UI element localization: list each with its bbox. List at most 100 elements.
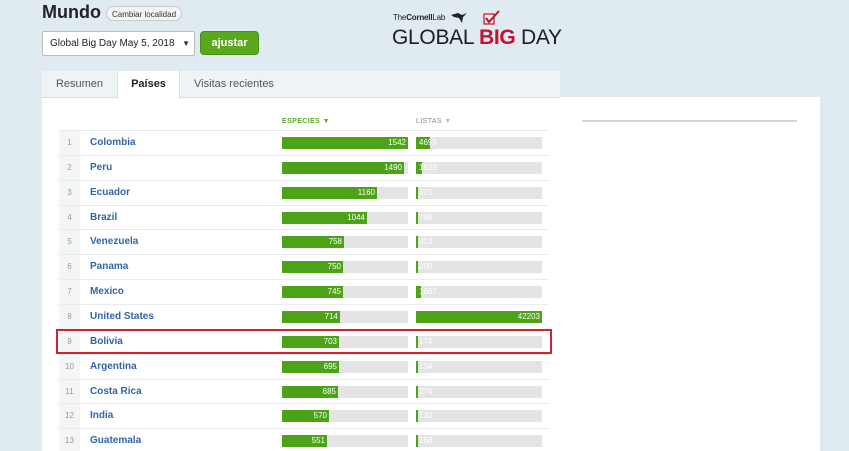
country-link[interactable]: Venezuela	[90, 230, 138, 254]
species-bar-track: 685	[282, 385, 408, 398]
lists-count: 313	[419, 237, 433, 247]
change-location-button[interactable]: Cambiar localidad	[106, 6, 183, 21]
lists-bar-track: 374	[416, 385, 542, 398]
lists-bar	[416, 360, 418, 373]
checkmark-box-icon	[483, 10, 500, 25]
tab-paises[interactable]: Países	[117, 71, 180, 99]
lists-bar	[416, 410, 418, 423]
country-link[interactable]: Argentina	[90, 355, 137, 379]
lists-bar-track: 4699	[416, 137, 542, 149]
species-bar-track: 570	[282, 410, 408, 423]
country-link[interactable]: India	[90, 404, 113, 428]
species-bar-track: 750	[282, 261, 408, 274]
side-panel	[560, 97, 820, 451]
table-row: 2 Peru 1490 1929	[59, 154, 549, 180]
lists-count: 1667	[419, 287, 437, 297]
table-row: 10 Argentina 695 134	[59, 353, 549, 379]
row-rank: 8	[59, 304, 80, 329]
lists-bar-track: 796	[416, 211, 542, 224]
table-row: 3 Ecuador 1160 415	[59, 179, 549, 205]
chevron-down-icon: ▼	[182, 39, 190, 48]
event-select[interactable]: Global Big Day May 5, 2018 ▼	[42, 31, 195, 56]
country-link[interactable]: Guatemala	[90, 429, 141, 451]
species-bar-track: 1542	[282, 137, 408, 149]
lists-count: 374	[419, 386, 433, 396]
lists-bar-track: 134	[416, 360, 542, 373]
lists-count: 290	[419, 262, 433, 272]
table-row: 6 Panama 750 290	[59, 254, 549, 280]
row-rank: 13	[59, 429, 80, 451]
species-bar-track: 758	[282, 236, 408, 249]
species-count: 758	[328, 237, 342, 247]
lists-count: 168	[419, 436, 433, 446]
table-row: 12 India 570 132	[59, 403, 549, 429]
lists-bar-track: 168	[416, 435, 542, 448]
country-link[interactable]: Brazil	[90, 206, 117, 230]
lists-count: 134	[419, 361, 433, 371]
lists-bar-track: 313	[416, 236, 542, 249]
country-link[interactable]: Colombia	[90, 131, 136, 155]
lists-column-header[interactable]: LISTAS ▼	[416, 118, 452, 125]
country-link[interactable]: Costa Rica	[90, 380, 142, 404]
row-rank: 1	[59, 131, 80, 155]
species-count: 1542	[388, 138, 406, 147]
event-select-value: Global Big Day May 5, 2018	[50, 38, 175, 49]
species-bar-track: 1490	[282, 161, 408, 174]
species-bar-track: 695	[282, 360, 408, 373]
country-link[interactable]: Mexico	[90, 280, 124, 304]
species-count: 714	[324, 311, 338, 321]
cornell-lab-logo: TheCornellLab	[393, 13, 446, 22]
ajustar-button[interactable]: ajustar	[200, 31, 259, 55]
lists-bar	[416, 261, 418, 274]
species-count: 1044	[347, 212, 365, 222]
lists-bar-track: 1929	[416, 161, 542, 174]
country-link[interactable]: Peru	[90, 156, 112, 180]
lists-count: 415	[419, 187, 433, 197]
lists-count: 42203	[517, 311, 540, 321]
tab-resumen[interactable]: Resumen	[42, 71, 117, 98]
row-rank: 7	[59, 280, 80, 305]
species-bar-track: 551	[282, 435, 408, 448]
species-count: 750	[327, 262, 341, 272]
tab-visitas-recientes[interactable]: Visitas recientes	[180, 71, 288, 98]
species-count: 1160	[357, 187, 375, 197]
global-big-day-logo: TheCornellLab GLOBAL BIG DAY	[392, 10, 562, 52]
lists-bar-track: 132	[416, 410, 542, 423]
row-rank: 3	[59, 180, 80, 205]
lists-bar-track: 415	[416, 186, 542, 199]
lists-count: 4699	[419, 138, 437, 147]
sort-icon: ▼	[444, 118, 452, 125]
species-column-header[interactable]: ESPECIES ▼	[282, 118, 330, 125]
table-row: 8 United States 714 42203	[59, 303, 549, 329]
side-panel-divider	[582, 120, 797, 122]
country-link[interactable]: United States	[90, 305, 154, 329]
global-big-day-wordmark: GLOBAL BIG DAY	[392, 26, 562, 49]
table-row: 7 Mexico 745 1667	[59, 279, 549, 305]
row-rank: 4	[59, 205, 80, 230]
lists-bar	[416, 211, 418, 224]
species-bar-track: 1044	[282, 211, 408, 224]
table-row: 5 Venezuela 758 313	[59, 229, 549, 255]
lists-bar-track: 1667	[416, 286, 542, 299]
lists-bar	[416, 186, 418, 199]
species-bar-track: 714	[282, 310, 408, 323]
lists-bar	[416, 236, 418, 249]
country-link[interactable]: Ecuador	[90, 181, 130, 205]
species-bar-track: 1160	[282, 186, 408, 199]
species-count: 551	[311, 436, 325, 446]
row-rank: 6	[59, 255, 80, 280]
country-link[interactable]: Panama	[90, 255, 128, 279]
row-rank: 10	[59, 354, 80, 379]
table-row: 4 Brazil 1044 796	[59, 204, 549, 230]
highlight-box	[56, 329, 552, 354]
row-rank: 5	[59, 230, 80, 255]
lists-count: 796	[419, 212, 433, 222]
species-count: 695	[323, 361, 337, 371]
region-title: Mundo	[42, 2, 101, 22]
table-row: 13 Guatemala 551 168	[59, 428, 549, 451]
sort-down-icon: ▼	[322, 118, 330, 125]
species-count: 745	[327, 287, 341, 297]
table-row: 1 Colombia 1542 4699	[59, 130, 549, 155]
lists-count: 132	[419, 411, 433, 421]
lists-bar-track: 42203	[416, 310, 542, 323]
